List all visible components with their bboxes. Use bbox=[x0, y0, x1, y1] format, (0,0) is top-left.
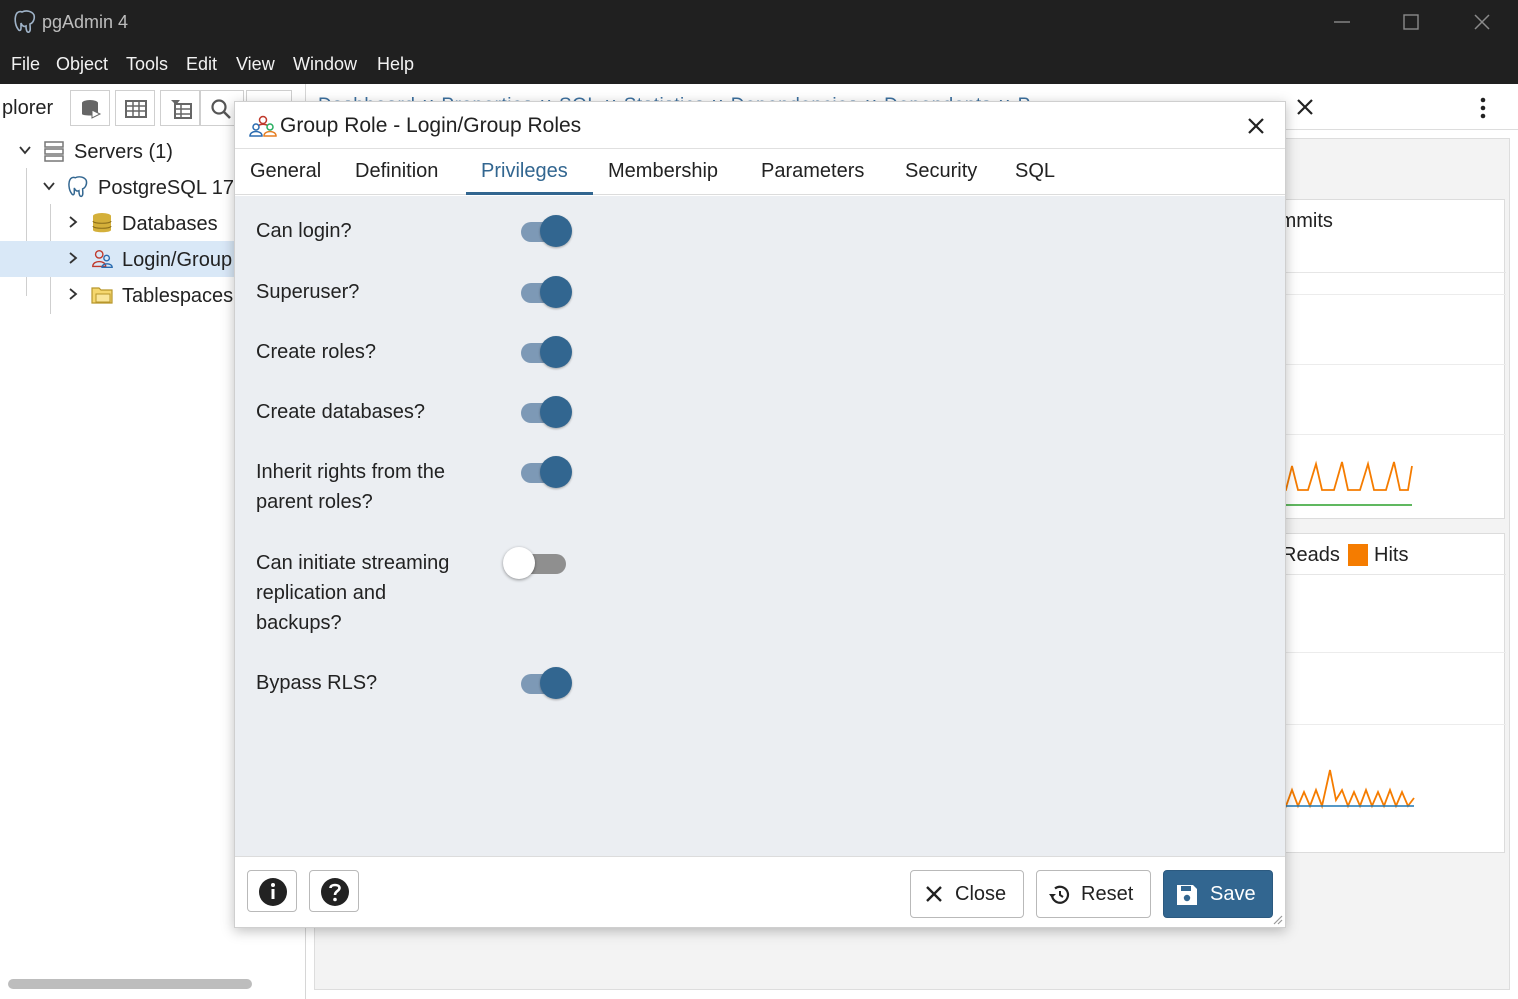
switch-bypass-rls[interactable] bbox=[516, 666, 576, 699]
search-icon bbox=[211, 99, 231, 119]
switch-create-databases[interactable] bbox=[516, 395, 576, 428]
pgadmin-elephant-icon bbox=[14, 10, 36, 33]
folder-icon bbox=[91, 287, 113, 304]
legend-label-hits: Hits bbox=[1374, 544, 1409, 566]
switch-can-login[interactable] bbox=[516, 214, 576, 247]
switch-inherit-rights[interactable] bbox=[516, 455, 576, 488]
dialog-title: Group Role - Login/Group Roles bbox=[280, 114, 582, 137]
tree-node-label: Login/Group bbox=[122, 249, 233, 271]
resize-grip-icon[interactable] bbox=[1271, 913, 1283, 925]
label-replication: Can initiate streaming replication and b… bbox=[256, 552, 450, 634]
label-can-login: Can login? bbox=[256, 220, 352, 242]
postgres-elephant-icon bbox=[68, 176, 88, 198]
label-superuser: Superuser? bbox=[256, 281, 360, 303]
tab-security[interactable]: Security bbox=[905, 160, 977, 183]
tree-node-label: Servers (1) bbox=[74, 141, 173, 163]
legend-label-reads: Reads bbox=[1282, 544, 1340, 566]
title-bar: pgAdmin 4 bbox=[0, 0, 1518, 44]
switch-replication[interactable] bbox=[503, 546, 571, 579]
legend-swatch-hits bbox=[1348, 544, 1368, 566]
table-filter-icon bbox=[171, 100, 192, 119]
help-icon bbox=[321, 878, 349, 906]
reset-icon bbox=[1049, 885, 1070, 904]
close-window-icon[interactable] bbox=[1470, 10, 1494, 34]
tab-privileges[interactable]: Privileges bbox=[481, 160, 568, 183]
menu-help[interactable]: Help bbox=[377, 54, 414, 75]
object-explorer-tab[interactable]: plorer bbox=[2, 97, 53, 120]
help-button[interactable] bbox=[309, 870, 359, 912]
window-title: pgAdmin 4 bbox=[42, 12, 129, 32]
label-create-databases: Create databases? bbox=[256, 401, 426, 423]
reset-button[interactable]: Reset bbox=[1036, 870, 1151, 918]
tab-sql[interactable]: SQL bbox=[1015, 160, 1055, 183]
info-button[interactable] bbox=[247, 870, 297, 912]
menu-tools[interactable]: Tools bbox=[126, 54, 168, 75]
tab-parameters[interactable]: Parameters bbox=[761, 160, 864, 183]
menu-window[interactable]: Window bbox=[293, 54, 357, 75]
chevron-down-icon[interactable] bbox=[42, 179, 56, 193]
more-options-icon[interactable] bbox=[1474, 96, 1492, 120]
dialog-header[interactable]: Group Role - Login/Group Roles bbox=[235, 102, 1285, 149]
save-button[interactable]: Save bbox=[1163, 870, 1273, 918]
privileges-form: Can login? Superuser? Create roles? Crea… bbox=[235, 196, 1285, 856]
info-icon bbox=[259, 878, 287, 906]
label-create-roles: Create roles? bbox=[256, 341, 377, 363]
chevron-down-icon[interactable] bbox=[18, 143, 32, 157]
tree-node-label: Tablespaces bbox=[122, 285, 234, 307]
switch-superuser[interactable] bbox=[516, 275, 576, 308]
close-button-label: Close bbox=[955, 883, 1007, 905]
chevron-right-icon[interactable] bbox=[66, 251, 80, 265]
minimize-icon[interactable] bbox=[1330, 10, 1354, 34]
chevron-right-icon[interactable] bbox=[66, 215, 80, 229]
group-roles-icon bbox=[249, 115, 277, 137]
maximize-icon[interactable] bbox=[1399, 10, 1423, 34]
dialog-footer: Close Reset Save bbox=[235, 856, 1285, 927]
menu-file[interactable]: File bbox=[11, 54, 40, 75]
reset-button-label: Reset bbox=[1081, 883, 1134, 905]
tab-definition[interactable]: Definition bbox=[355, 160, 438, 183]
menu-bar: File Object Tools Edit View Window Help bbox=[0, 44, 1518, 84]
tree-node-label: Databases bbox=[122, 213, 218, 235]
label-inherit-rights: Inherit rights from the parent roles? bbox=[256, 461, 445, 513]
table-icon bbox=[125, 100, 147, 118]
close-button[interactable]: Close bbox=[910, 870, 1024, 918]
switch-create-roles[interactable] bbox=[516, 335, 576, 368]
tree-node-label: PostgreSQL 17 bbox=[98, 177, 235, 199]
chevron-right-icon[interactable] bbox=[66, 287, 80, 301]
save-icon bbox=[1177, 885, 1197, 905]
tab-general[interactable]: General bbox=[250, 160, 321, 183]
label-bypass-rls: Bypass RLS? bbox=[256, 672, 378, 694]
dialog-tabs: General Definition Privileges Membership… bbox=[235, 149, 1285, 195]
horizontal-scrollbar[interactable] bbox=[8, 979, 252, 989]
database-icon bbox=[82, 100, 102, 119]
menu-view[interactable]: View bbox=[236, 54, 275, 75]
close-tab-icon[interactable] bbox=[1294, 96, 1316, 118]
save-button-label: Save bbox=[1210, 883, 1256, 905]
databases-icon bbox=[92, 213, 112, 233]
tab-membership[interactable]: Membership bbox=[608, 160, 718, 183]
menu-edit[interactable]: Edit bbox=[186, 54, 217, 75]
close-dialog-icon[interactable] bbox=[1245, 115, 1267, 137]
query-tool-button[interactable] bbox=[70, 90, 110, 126]
group-roles-icon bbox=[92, 250, 113, 268]
filtered-rows-button[interactable] bbox=[160, 90, 200, 126]
active-tab-indicator bbox=[466, 192, 593, 195]
view-data-button[interactable] bbox=[115, 90, 155, 126]
menu-object[interactable]: Object bbox=[56, 54, 108, 75]
close-icon bbox=[926, 886, 942, 902]
group-role-dialog: Group Role - Login/Group Roles General D… bbox=[234, 101, 1286, 928]
server-group-icon bbox=[44, 141, 64, 162]
